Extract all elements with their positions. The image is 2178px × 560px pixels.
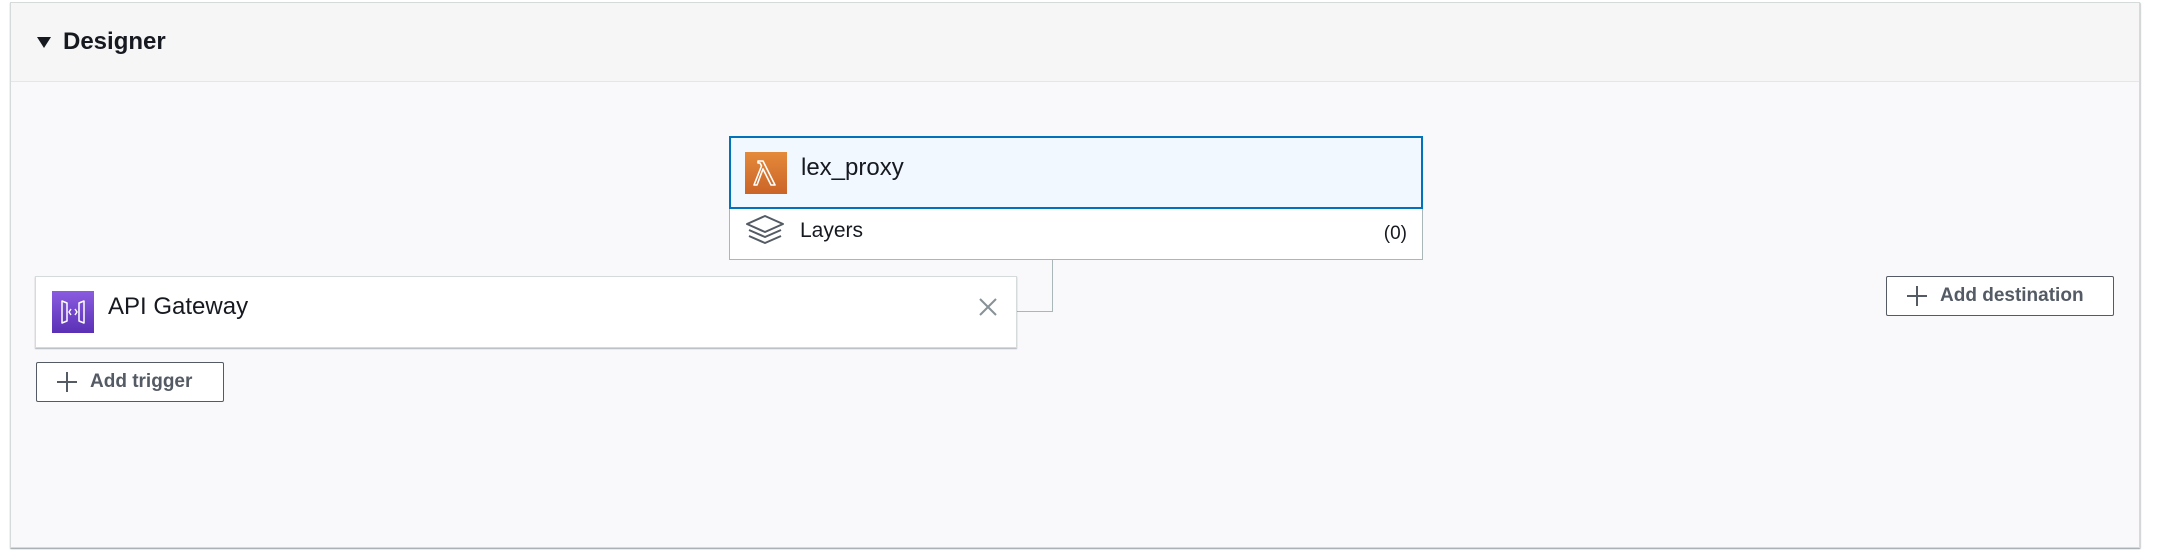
function-node[interactable]: lex_proxy <box>729 136 1423 209</box>
designer-panel: Designer <box>10 2 2140 548</box>
trigger-name: API Gateway <box>108 293 249 320</box>
lambda-icon <box>745 151 787 194</box>
caret-down-icon[interactable] <box>37 37 51 48</box>
add-destination-label: Add destination <box>1940 285 2084 306</box>
trigger-card-api-gateway[interactable]: API Gateway <box>35 276 1017 348</box>
function-name: lex_proxy <box>801 153 904 181</box>
layers-label: Layers <box>800 219 864 242</box>
layers-row[interactable]: Layers (0) <box>730 209 1422 259</box>
add-trigger-label: Add trigger <box>90 371 193 392</box>
function-card: lex_proxy Layers (0) <box>729 136 1423 260</box>
connector-line-vertical <box>1052 259 1053 312</box>
add-destination-button[interactable]: Add destination <box>1886 276 2114 316</box>
plus-icon <box>57 372 77 392</box>
plus-icon <box>1907 286 1927 306</box>
api-gateway-icon <box>52 291 94 333</box>
designer-header[interactable]: Designer <box>11 3 2139 82</box>
close-icon[interactable] <box>974 293 1002 321</box>
add-trigger-button[interactable]: Add trigger <box>36 362 224 402</box>
connector-line-horizontal <box>1016 311 1053 312</box>
layers-count: (0) <box>1383 223 1407 244</box>
layers-icon <box>744 213 786 256</box>
designer-title: Designer <box>63 28 166 55</box>
